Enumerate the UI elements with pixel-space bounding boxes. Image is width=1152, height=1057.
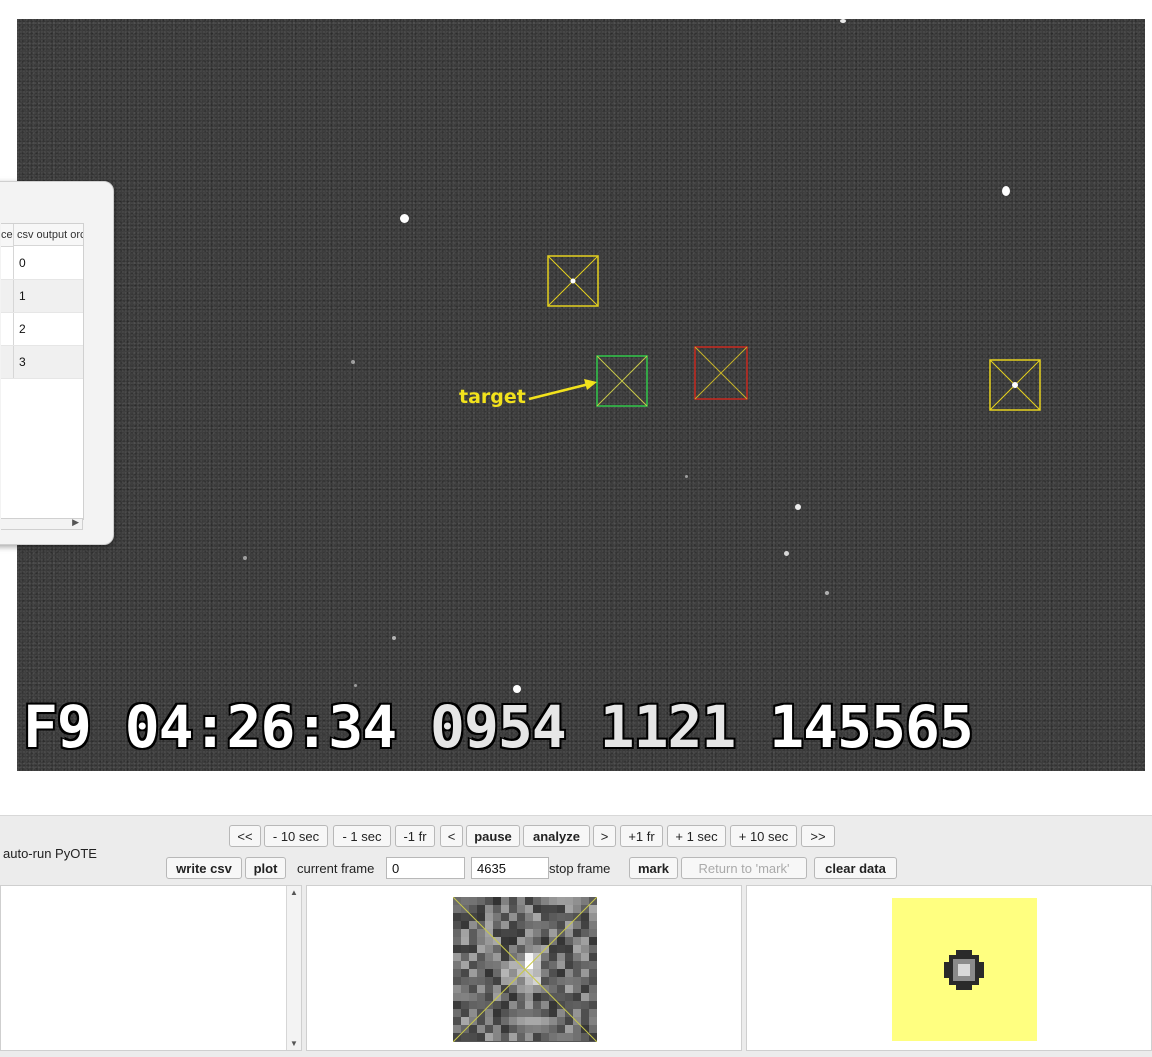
- table-row[interactable]: 3: [1, 346, 83, 379]
- star: [825, 591, 829, 595]
- table-horizontal-scrollbar[interactable]: ▶: [1, 517, 83, 530]
- table-cell: 1: [19, 289, 26, 303]
- minus-1-frame-button[interactable]: -1 fr: [395, 825, 435, 847]
- table-header-cell[interactable]: ce: [1, 224, 14, 247]
- table-row[interactable]: 0: [1, 247, 83, 280]
- scroll-right-icon[interactable]: ▶: [72, 517, 79, 528]
- current-frame-input[interactable]: 0: [386, 857, 465, 879]
- aperture-thumbnail-image: [453, 897, 597, 1042]
- timestamp-frac: 1121: [599, 693, 737, 761]
- timestamp-ms: 0954: [430, 693, 567, 761]
- plus-1-sec-button[interactable]: + 1 sec: [667, 825, 726, 847]
- star: [392, 636, 396, 640]
- step-forward-button[interactable]: >: [593, 825, 616, 847]
- log-vertical-scrollbar[interactable]: ▲ ▼: [286, 886, 301, 1050]
- table-cell: 2: [19, 322, 26, 336]
- minus-10-sec-button[interactable]: - 10 sec: [264, 825, 328, 847]
- thumbnail-one-pane: [306, 885, 742, 1051]
- minus-1-sec-button[interactable]: - 1 sec: [333, 825, 391, 847]
- star: [685, 475, 688, 478]
- aperture-mask-image: [892, 898, 1037, 1041]
- table-header-csv-output-order[interactable]: csv output orc: [14, 224, 83, 246]
- analyze-button[interactable]: analyze: [523, 825, 590, 847]
- step-back-button[interactable]: <: [440, 825, 463, 847]
- return-to-mark-button[interactable]: Return to 'mark': [681, 857, 807, 879]
- jump-end-button[interactable]: >>: [801, 825, 835, 847]
- auto-run-pyote-label[interactable]: auto-run PyOTE: [3, 846, 97, 861]
- plus-1-frame-button[interactable]: +1 fr: [620, 825, 663, 847]
- timestamp-time: 04:26:34: [124, 693, 397, 761]
- star: [354, 684, 357, 687]
- reference-aperture-2[interactable]: [989, 359, 1041, 411]
- scroll-up-icon[interactable]: ▲: [290, 888, 298, 897]
- timestamp-field: F9: [23, 693, 92, 761]
- table-cell: 3: [19, 355, 26, 369]
- playback-toolbar: auto-run PyOTE << - 10 sec - 1 sec -1 fr…: [0, 815, 1152, 886]
- bottom-panels: ▲ ▼: [0, 885, 1152, 1057]
- table-cell: 0: [19, 256, 26, 270]
- pause-button[interactable]: pause: [466, 825, 520, 847]
- jump-start-button[interactable]: <<: [229, 825, 261, 847]
- thumbnail-two-pane: [746, 885, 1152, 1051]
- star: [795, 504, 801, 510]
- table-row[interactable]: 1: [1, 280, 83, 313]
- star: [840, 19, 846, 23]
- plus-10-sec-button[interactable]: + 10 sec: [730, 825, 797, 847]
- reference-aperture-1[interactable]: [547, 255, 599, 307]
- star: [243, 556, 247, 560]
- star: [351, 360, 355, 364]
- star: [513, 685, 521, 693]
- stop-frame-label: stop frame: [549, 861, 611, 876]
- clear-data-button[interactable]: clear data: [814, 857, 897, 879]
- mask-star-icon: [944, 950, 984, 990]
- target-aperture[interactable]: [596, 355, 648, 407]
- star: [1002, 186, 1010, 196]
- scroll-down-icon[interactable]: ▼: [290, 1039, 298, 1048]
- table-row[interactable]: 2: [1, 313, 83, 346]
- target-arrow-icon: [528, 379, 597, 401]
- aperture-table: ce csv output orc 0 1 2 3: [1, 223, 84, 520]
- write-csv-button[interactable]: write csv: [166, 857, 242, 879]
- star: [400, 214, 409, 223]
- star: [784, 551, 789, 556]
- mark-button[interactable]: mark: [629, 857, 678, 879]
- current-frame-label: current frame: [297, 861, 375, 876]
- excluded-aperture[interactable]: [694, 346, 748, 400]
- aperture-table-window: ce csv output orc 0 1 2 3 ▶: [0, 181, 114, 545]
- video-timestamp-overlay: F9 04:26:34 0954 1121 145565: [23, 693, 974, 761]
- plot-button[interactable]: plot: [245, 857, 286, 879]
- timestamp-count: 145565: [769, 693, 974, 761]
- target-annotation-label: target: [459, 386, 526, 408]
- log-text-pane[interactable]: ▲ ▼: [0, 885, 302, 1051]
- video-frame[interactable]: target F9 04:26:34 0954 1121 145565: [17, 19, 1145, 771]
- stop-frame-input[interactable]: 4635: [471, 857, 549, 879]
